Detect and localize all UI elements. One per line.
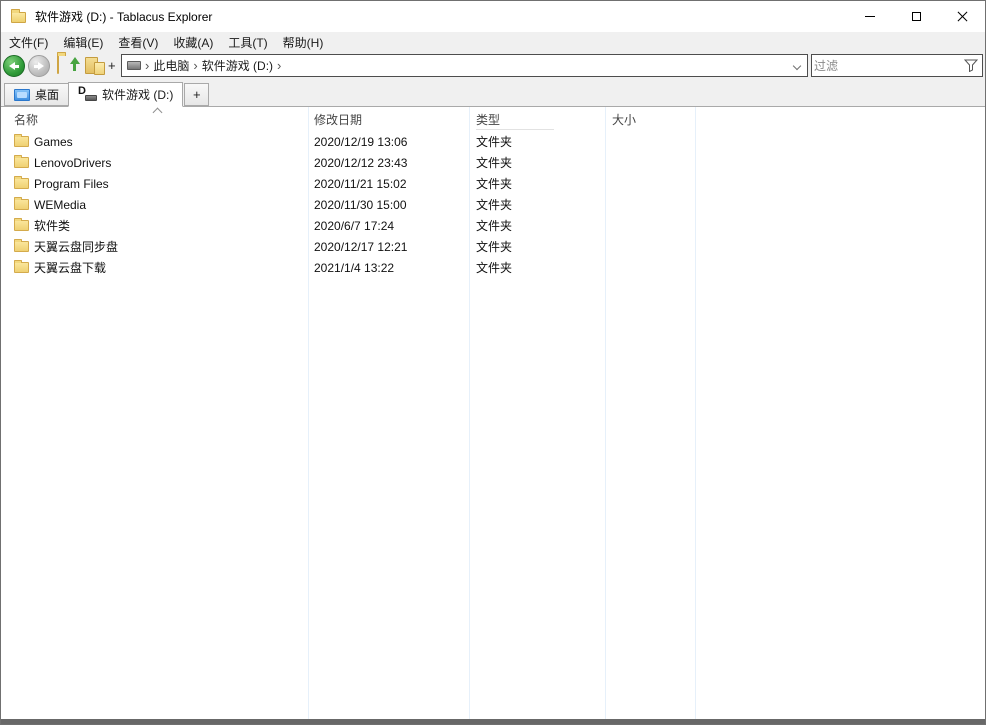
- file-name: Program Files: [34, 174, 109, 195]
- file-list: Games 2020/12/19 13:06 文件夹 LenovoDrivers…: [2, 132, 984, 279]
- maximize-button[interactable]: [893, 1, 939, 32]
- file-type: 文件夹: [476, 132, 512, 153]
- address-bar[interactable]: › 此电脑 › 软件游戏 (D:) ›: [121, 54, 808, 77]
- tab-desktop[interactable]: 桌面: [4, 83, 69, 106]
- tablacus-explorer-window: 软件游戏 (D:) - Tablacus Explorer 文件(F) 编辑(E…: [0, 0, 986, 725]
- up-button[interactable]: [57, 56, 80, 77]
- file-type: 文件夹: [476, 237, 512, 258]
- folder-icon: [14, 220, 29, 231]
- table-row[interactable]: Program Files 2020/11/21 15:02 文件夹: [2, 174, 984, 195]
- file-type: 文件夹: [476, 258, 512, 279]
- tab-drive-d[interactable]: D 软件游戏 (D:): [68, 82, 183, 107]
- header-size[interactable]: 大小: [612, 107, 636, 133]
- menu-tools[interactable]: 工具(T): [221, 32, 274, 53]
- file-type: 文件夹: [476, 216, 512, 237]
- back-button[interactable]: [3, 55, 25, 77]
- column-headers: 名称 修改日期 类型 大小: [2, 107, 984, 131]
- breadcrumb-this-pc[interactable]: 此电脑: [153, 57, 189, 74]
- header-type-underline: [476, 129, 554, 130]
- table-row[interactable]: 天翼云盘同步盘 2020/12/17 12:21 文件夹: [2, 237, 984, 258]
- file-name: 天翼云盘下载: [34, 258, 106, 279]
- file-modified: 2020/11/30 15:00: [314, 195, 407, 216]
- table-row[interactable]: LenovoDrivers 2020/12/12 23:43 文件夹: [2, 153, 984, 174]
- file-type: 文件夹: [476, 174, 512, 195]
- menu-edit[interactable]: 编辑(E): [56, 32, 110, 53]
- filter-input[interactable]: [814, 56, 962, 75]
- file-modified: 2020/6/7 17:24: [314, 216, 394, 237]
- table-row[interactable]: Games 2020/12/19 13:06 文件夹: [2, 132, 984, 153]
- new-window-button[interactable]: +: [108, 58, 116, 74]
- toolbar: + › 此电脑 › 软件游戏 (D:) ›: [1, 53, 985, 80]
- folder-icon: [14, 178, 29, 189]
- folder-icon: [11, 12, 26, 23]
- table-row[interactable]: 软件类 2020/6/7 17:24 文件夹: [2, 216, 984, 237]
- menu-help[interactable]: 帮助(H): [276, 32, 331, 53]
- close-icon: [957, 11, 968, 22]
- file-type: 文件夹: [476, 153, 512, 174]
- desktop-icon: [14, 89, 30, 101]
- breadcrumb-drive-d[interactable]: 软件游戏 (D:): [202, 57, 273, 74]
- crumb-separator: ›: [277, 58, 281, 73]
- tab-bar: 桌面 D 软件游戏 (D:) +: [1, 80, 985, 107]
- menu-view[interactable]: 查看(V): [111, 32, 165, 53]
- file-modified: 2020/12/19 13:06: [314, 132, 407, 153]
- file-modified: 2020/11/21 15:02: [314, 174, 407, 195]
- filter-funnel-icon[interactable]: [964, 59, 978, 72]
- menu-bar: 文件(F) 编辑(E) 查看(V) 收藏(A) 工具(T) 帮助(H): [1, 32, 985, 53]
- folder-icon: [14, 262, 29, 273]
- folder-icon: [14, 136, 29, 147]
- folder-icon: [14, 199, 29, 210]
- drive-icon: [127, 61, 141, 70]
- tab-label: 桌面: [35, 86, 59, 103]
- window-title: 软件游戏 (D:) - Tablacus Explorer: [35, 8, 847, 25]
- window-bottom-edge: [1, 719, 985, 724]
- title-bar: 软件游戏 (D:) - Tablacus Explorer: [1, 1, 985, 32]
- drive-d-icon: D: [78, 87, 97, 102]
- forward-button[interactable]: [28, 55, 50, 77]
- new-tab-button[interactable]: +: [184, 83, 209, 106]
- folder-icon: [14, 157, 29, 168]
- up-arrow-icon: [73, 63, 76, 71]
- maximize-icon: [912, 12, 921, 21]
- minimize-icon: [865, 16, 875, 17]
- back-icon: [9, 62, 19, 70]
- table-row[interactable]: WEMedia 2020/11/30 15:00 文件夹: [2, 195, 984, 216]
- tab-label: 软件游戏 (D:): [102, 86, 173, 103]
- crumb-separator: ›: [193, 58, 197, 73]
- address-dropdown-icon[interactable]: [793, 62, 801, 70]
- file-name: Games: [34, 132, 73, 153]
- file-name: LenovoDrivers: [34, 153, 111, 174]
- filter-box: [811, 54, 983, 77]
- folder-icon: [14, 241, 29, 252]
- minimize-button[interactable]: [847, 1, 893, 32]
- menu-file[interactable]: 文件(F): [2, 32, 55, 53]
- table-row[interactable]: 天翼云盘下载 2021/1/4 13:22 文件夹: [2, 258, 984, 279]
- header-modified[interactable]: 修改日期: [314, 107, 362, 133]
- file-list-panel: 名称 修改日期 类型 大小 Games 2020/12/19 13:06 文件夹…: [2, 107, 984, 719]
- file-modified: 2021/1/4 13:22: [314, 258, 394, 279]
- close-button[interactable]: [939, 1, 985, 32]
- folders-button[interactable]: [84, 56, 108, 77]
- file-modified: 2020/12/17 12:21: [314, 237, 407, 258]
- file-type: 文件夹: [476, 195, 512, 216]
- crumb-separator: ›: [145, 58, 149, 73]
- forward-icon: [34, 62, 44, 70]
- file-name: 软件类: [34, 216, 70, 237]
- menu-favorites[interactable]: 收藏(A): [166, 32, 220, 53]
- header-name[interactable]: 名称: [14, 107, 38, 133]
- file-name: 天翼云盘同步盘: [34, 237, 118, 258]
- up-folder-icon: [57, 55, 59, 74]
- file-modified: 2020/12/12 23:43: [314, 153, 407, 174]
- file-name: WEMedia: [34, 195, 86, 216]
